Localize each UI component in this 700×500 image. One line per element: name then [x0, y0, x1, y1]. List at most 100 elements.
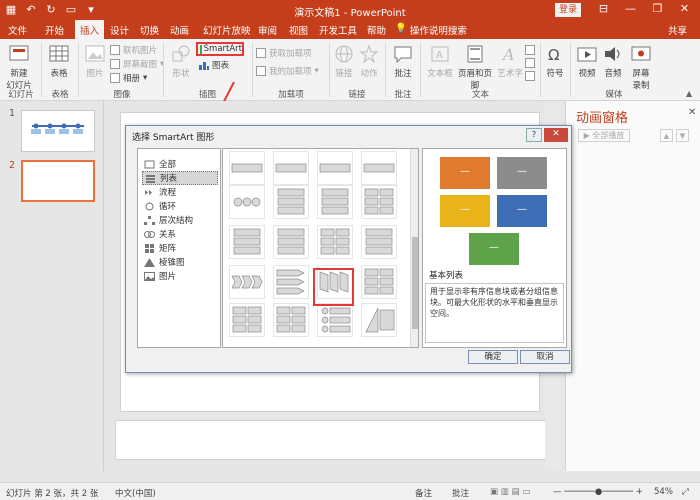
fit-slide-icon[interactable]: ⤢	[682, 487, 689, 497]
play-all-button[interactable]: ▶ 全部播放	[578, 129, 630, 142]
layout-thumbnail[interactable]	[361, 151, 397, 185]
layout-glyph-shape	[379, 188, 394, 197]
tab-insert[interactable]: 插入	[75, 20, 105, 39]
video-button[interactable]: 视频	[575, 43, 599, 79]
action-button[interactable]: 动作	[358, 43, 380, 79]
zoom-level[interactable]: 54%	[654, 487, 673, 497]
category-cycle[interactable]: 循环	[142, 199, 218, 213]
layout-glyph-shape	[231, 275, 243, 289]
header-footer-button[interactable]: 页眉和页脚	[455, 43, 495, 91]
audio-button[interactable]: 音频	[601, 43, 625, 79]
collapse-ribbon-icon[interactable]: ▲	[686, 89, 692, 98]
notes-toggle[interactable]: 备注	[415, 487, 432, 499]
close-icon[interactable]: ✕	[688, 107, 696, 118]
layout-thumbnail[interactable]	[361, 185, 397, 219]
comment-button[interactable]: 批注	[390, 43, 416, 79]
category-all[interactable]: 全部	[142, 157, 218, 171]
layout-thumbnail[interactable]	[229, 151, 265, 185]
tab-design[interactable]: 设计	[110, 23, 129, 37]
ribbon-display-icon[interactable]: ⊟	[590, 2, 617, 15]
online-image-button[interactable]: 联机图片	[110, 44, 157, 56]
notes-pane[interactable]	[115, 420, 550, 460]
tab-review[interactable]: 审阅	[258, 23, 277, 37]
group-slides: 幻灯片	[8, 90, 34, 100]
layout-thumbnail[interactable]	[317, 303, 353, 337]
help-icon[interactable]: ?	[526, 128, 542, 142]
chart-button[interactable]: 图表	[199, 59, 229, 71]
audio-label: 音频	[604, 69, 622, 79]
close-icon[interactable]: ✕	[671, 2, 698, 15]
gallery-scroll-thumb[interactable]	[412, 237, 418, 329]
layout-glyph-shape	[321, 188, 349, 197]
layout-thumbnail[interactable]	[229, 303, 265, 337]
layout-thumbnail[interactable]	[317, 225, 353, 259]
album-button[interactable]: 相册 ▾	[110, 72, 147, 84]
tab-file[interactable]: 文件	[8, 23, 27, 37]
layout-thumbnail[interactable]	[273, 265, 309, 299]
group-links: 链接	[348, 90, 366, 100]
layout-thumbnail[interactable]	[229, 265, 265, 299]
restore-icon[interactable]: ❐	[644, 2, 671, 15]
tell-me-search[interactable]: 💡 操作说明搜索	[395, 23, 467, 37]
screen-record-button[interactable]: 屏幕 录制	[628, 43, 654, 91]
category-hierarchy[interactable]: 层次结构	[142, 213, 218, 227]
tab-home[interactable]: 开始	[45, 23, 64, 37]
layout-glyph-shape	[232, 315, 247, 324]
category-pyramid[interactable]: 棱锥图	[142, 255, 218, 269]
layout-thumbnail[interactable]	[273, 185, 309, 219]
table-button[interactable]: 表格	[46, 43, 72, 79]
symbol-button[interactable]: Ω 符号	[544, 43, 566, 79]
layout-thumbnail[interactable]	[361, 265, 397, 299]
wordart-button[interactable]: A 艺术字	[497, 43, 523, 79]
tab-developer[interactable]: 开发工具	[319, 23, 357, 37]
layout-thumbnail[interactable]	[229, 185, 265, 219]
gallery-scrollbar[interactable]	[410, 149, 418, 347]
category-process[interactable]: 流程	[142, 185, 218, 199]
minimize-icon[interactable]: —	[617, 2, 644, 15]
layout-thumbnail[interactable]	[273, 225, 309, 259]
tab-help[interactable]: 帮助	[367, 23, 386, 37]
shapes-button[interactable]: 形状	[168, 43, 194, 79]
smartart-label: SmartArt	[203, 44, 242, 54]
layout-thumbnail[interactable]	[273, 151, 309, 185]
new-slide-button[interactable]: 新建 幻灯片	[4, 43, 34, 91]
get-addins-button[interactable]: 获取加载项	[256, 47, 312, 59]
slide-thumbnail-2[interactable]	[21, 160, 95, 202]
tab-transitions[interactable]: 切换	[140, 23, 159, 37]
category-picture[interactable]: 图片	[142, 269, 218, 283]
layout-thumbnail[interactable]	[229, 225, 265, 259]
my-addins-button[interactable]: 我的加载项 ▾	[256, 65, 319, 77]
layout-glyph	[233, 197, 261, 207]
share-button[interactable]: 共享	[668, 23, 687, 37]
tab-animations[interactable]: 动画	[170, 23, 189, 37]
zoom-slider[interactable]: — ──────●────── +	[553, 487, 643, 497]
tab-view[interactable]: 视图	[289, 23, 308, 37]
language[interactable]: 中文(中国)	[115, 487, 156, 499]
textbox-button[interactable]: A 文本框	[425, 43, 455, 79]
category-list-item[interactable]: 列表	[142, 171, 218, 185]
move-up-icon[interactable]: ▲	[660, 129, 673, 142]
text-extra-buttons[interactable]	[525, 45, 535, 81]
slide-thumbnail-1[interactable]	[21, 110, 95, 152]
layout-thumbnail[interactable]	[273, 303, 309, 337]
screenshot-button[interactable]: 屏幕截图▾	[110, 58, 164, 70]
layout-thumbnail[interactable]	[317, 185, 353, 219]
category-matrix[interactable]: 矩阵	[142, 241, 218, 255]
lightbulb-icon: 💡	[395, 23, 407, 34]
category-relationship[interactable]: 关系	[142, 227, 218, 241]
move-down-icon[interactable]: ▼	[676, 129, 689, 142]
cancel-button[interactable]: 取消	[520, 350, 570, 364]
layout-thumbnail[interactable]	[361, 225, 397, 259]
layout-thumbnail[interactable]	[361, 303, 397, 337]
login-button[interactable]: 登录	[555, 3, 581, 17]
comments-toggle[interactable]: 批注	[452, 487, 469, 499]
image-button[interactable]: 图片	[82, 43, 108, 79]
smartart-button[interactable]: SmartArt	[196, 42, 244, 56]
layout-thumbnail[interactable]	[317, 151, 353, 185]
view-buttons[interactable]: ▣ ▥ ▤ ▭	[490, 487, 530, 497]
close-icon[interactable]: ✕	[544, 128, 568, 142]
textbox-label: 文本框	[427, 69, 453, 79]
tab-slideshow[interactable]: 幻灯片放映	[203, 23, 251, 37]
ok-button[interactable]: 确定	[468, 350, 518, 364]
link-button[interactable]: 链接	[333, 43, 355, 79]
